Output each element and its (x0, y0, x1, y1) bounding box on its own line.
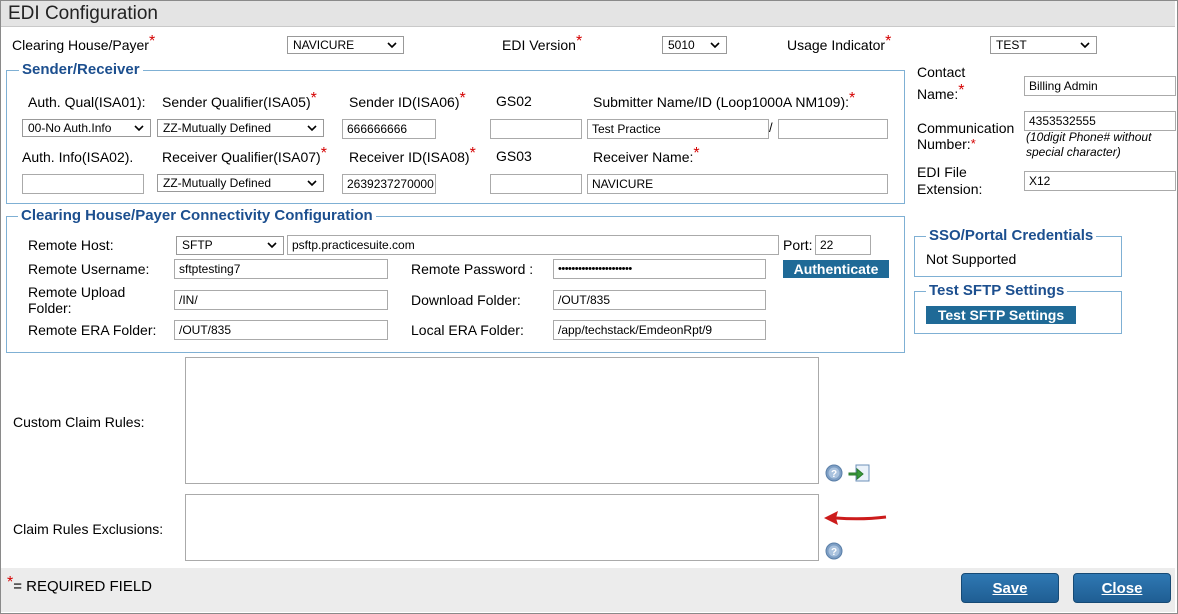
communication-label-line2: Number:* (917, 136, 976, 152)
connectivity-legend: Clearing House/Payer Connectivity Config… (18, 207, 376, 224)
remote-password-label: Remote Password : (411, 261, 534, 277)
chevron-down-icon (267, 242, 277, 249)
receiver-qualifier-label: Receiver Qualifier(ISA07)* (162, 145, 327, 165)
gs03-label: GS03 (496, 148, 532, 164)
dialog-title: EDI Configuration (8, 3, 158, 24)
chevron-down-icon (710, 42, 720, 49)
receiver-name-label: Receiver Name:* (593, 145, 700, 165)
clearing-house-select[interactable]: NAVICURE (287, 36, 404, 54)
help-icon[interactable]: ? (825, 464, 843, 482)
svg-text:?: ? (831, 469, 837, 480)
download-folder-input[interactable]: /OUT/835 (553, 290, 766, 310)
contact-name-input[interactable]: Billing Admin (1024, 76, 1176, 96)
gs03-input[interactable] (490, 174, 582, 194)
sender-qualifier-label: Sender Qualifier(ISA05)* (162, 90, 317, 110)
remote-password-input[interactable]: •••••••••••••••••••••• (553, 259, 766, 279)
chevron-down-icon (1080, 42, 1090, 49)
clearing-house-label: Clearing House/Payer* (12, 33, 156, 53)
edi-file-extension-input[interactable]: X12 (1024, 171, 1176, 191)
auth-info-label: Auth. Info(ISA02). (22, 149, 134, 165)
import-arrow-icon[interactable] (847, 462, 871, 484)
authenticate-button[interactable]: Authenticate (783, 260, 889, 278)
gs02-label: GS02 (496, 93, 532, 109)
receiver-qualifier-select[interactable]: ZZ-Mutually Defined (157, 174, 324, 192)
chevron-down-icon (307, 180, 317, 187)
submitter-name-input[interactable]: Test Practice (587, 119, 769, 139)
auth-info-input[interactable] (22, 174, 144, 194)
local-era-folder-label: Local ERA Folder: (411, 322, 524, 338)
protocol-select[interactable]: SFTP (176, 236, 284, 255)
receiver-id-input[interactable]: 2639237270000 (342, 174, 436, 194)
required-field-note: *= REQUIRED FIELD (7, 574, 153, 595)
claim-rules-exclusions-label: Claim Rules Exclusions: (13, 521, 164, 537)
submitter-label: Submitter Name/ID (Loop1000A NM109):* (593, 90, 856, 110)
edi-version-select[interactable]: 5010 (662, 36, 727, 54)
claim-rules-exclusions-textarea[interactable] (185, 494, 819, 561)
sso-legend: SSO/Portal Credentials (926, 227, 1097, 244)
port-label: Port: (783, 237, 813, 253)
remote-upload-label-line2: Folder: (28, 300, 72, 316)
help-icon[interactable]: ? (825, 542, 843, 560)
remote-host-label: Remote Host: (28, 237, 114, 253)
local-era-folder-input[interactable]: /app/techstack/EmdeonRpt/9 (553, 320, 766, 340)
remote-username-input[interactable]: sftptesting7 (174, 259, 388, 279)
chevron-down-icon (134, 125, 144, 132)
edi-file-extension-label-line1: EDI File (917, 164, 967, 180)
communication-number-input[interactable]: 4353532555 (1024, 111, 1176, 131)
remote-host-input[interactable]: psftp.practicesuite.com (287, 235, 779, 255)
chevron-down-icon (307, 125, 317, 132)
auth-qual-select[interactable]: 00-No Auth.Info (22, 119, 151, 137)
download-folder-label: Download Folder: (411, 292, 521, 308)
contact-label-line2: Name:* (917, 82, 965, 102)
communication-hint-line1: (10digit Phone# without (1026, 130, 1152, 144)
communication-label-line1: Communication (917, 120, 1015, 136)
remote-username-label: Remote Username: (28, 261, 150, 277)
gs02-input[interactable] (490, 119, 582, 139)
custom-claim-rules-textarea[interactable] (185, 357, 819, 484)
sender-id-input[interactable]: 666666666 (342, 119, 436, 139)
remote-upload-label-line1: Remote Upload (28, 284, 126, 300)
close-button[interactable]: Close (1073, 573, 1171, 603)
test-sftp-legend: Test SFTP Settings (926, 282, 1068, 299)
test-sftp-settings-button[interactable]: Test SFTP Settings (926, 306, 1076, 324)
custom-claim-rules-label: Custom Claim Rules: (13, 414, 145, 430)
receiver-name-input[interactable]: NAVICURE (587, 174, 888, 194)
red-arrow-icon (824, 511, 887, 525)
contact-label-line1: Contact (917, 64, 966, 80)
usage-indicator-label: Usage Indicator* (787, 33, 892, 53)
sso-status: Not Supported (926, 251, 1017, 267)
submitter-id-input[interactable] (778, 119, 888, 139)
sender-qualifier-select[interactable]: ZZ-Mutually Defined (157, 119, 324, 137)
submitter-separator: / (769, 120, 773, 135)
edi-version-label: EDI Version* (502, 33, 583, 53)
receiver-id-label: Receiver ID(ISA08)* (349, 145, 476, 165)
chevron-down-icon (387, 42, 397, 49)
save-button[interactable]: Save (961, 573, 1059, 603)
sender-receiver-legend: Sender/Receiver (19, 61, 143, 78)
sender-id-label: Sender ID(ISA06)* (349, 90, 466, 110)
remote-era-folder-input[interactable]: /OUT/835 (174, 320, 388, 340)
auth-qual-label: Auth. Qual(ISA01): (28, 94, 146, 110)
remote-era-folder-label: Remote ERA Folder: (28, 322, 157, 338)
svg-text:?: ? (831, 547, 837, 558)
port-input[interactable]: 22 (815, 235, 871, 255)
edi-file-extension-label-line2: Extension: (917, 181, 983, 197)
communication-hint-line2: special character) (1026, 145, 1121, 159)
remote-upload-folder-input[interactable]: /IN/ (174, 290, 388, 310)
usage-indicator-select[interactable]: TEST (990, 36, 1097, 54)
title-bar: EDI Configuration (1, 1, 1175, 27)
